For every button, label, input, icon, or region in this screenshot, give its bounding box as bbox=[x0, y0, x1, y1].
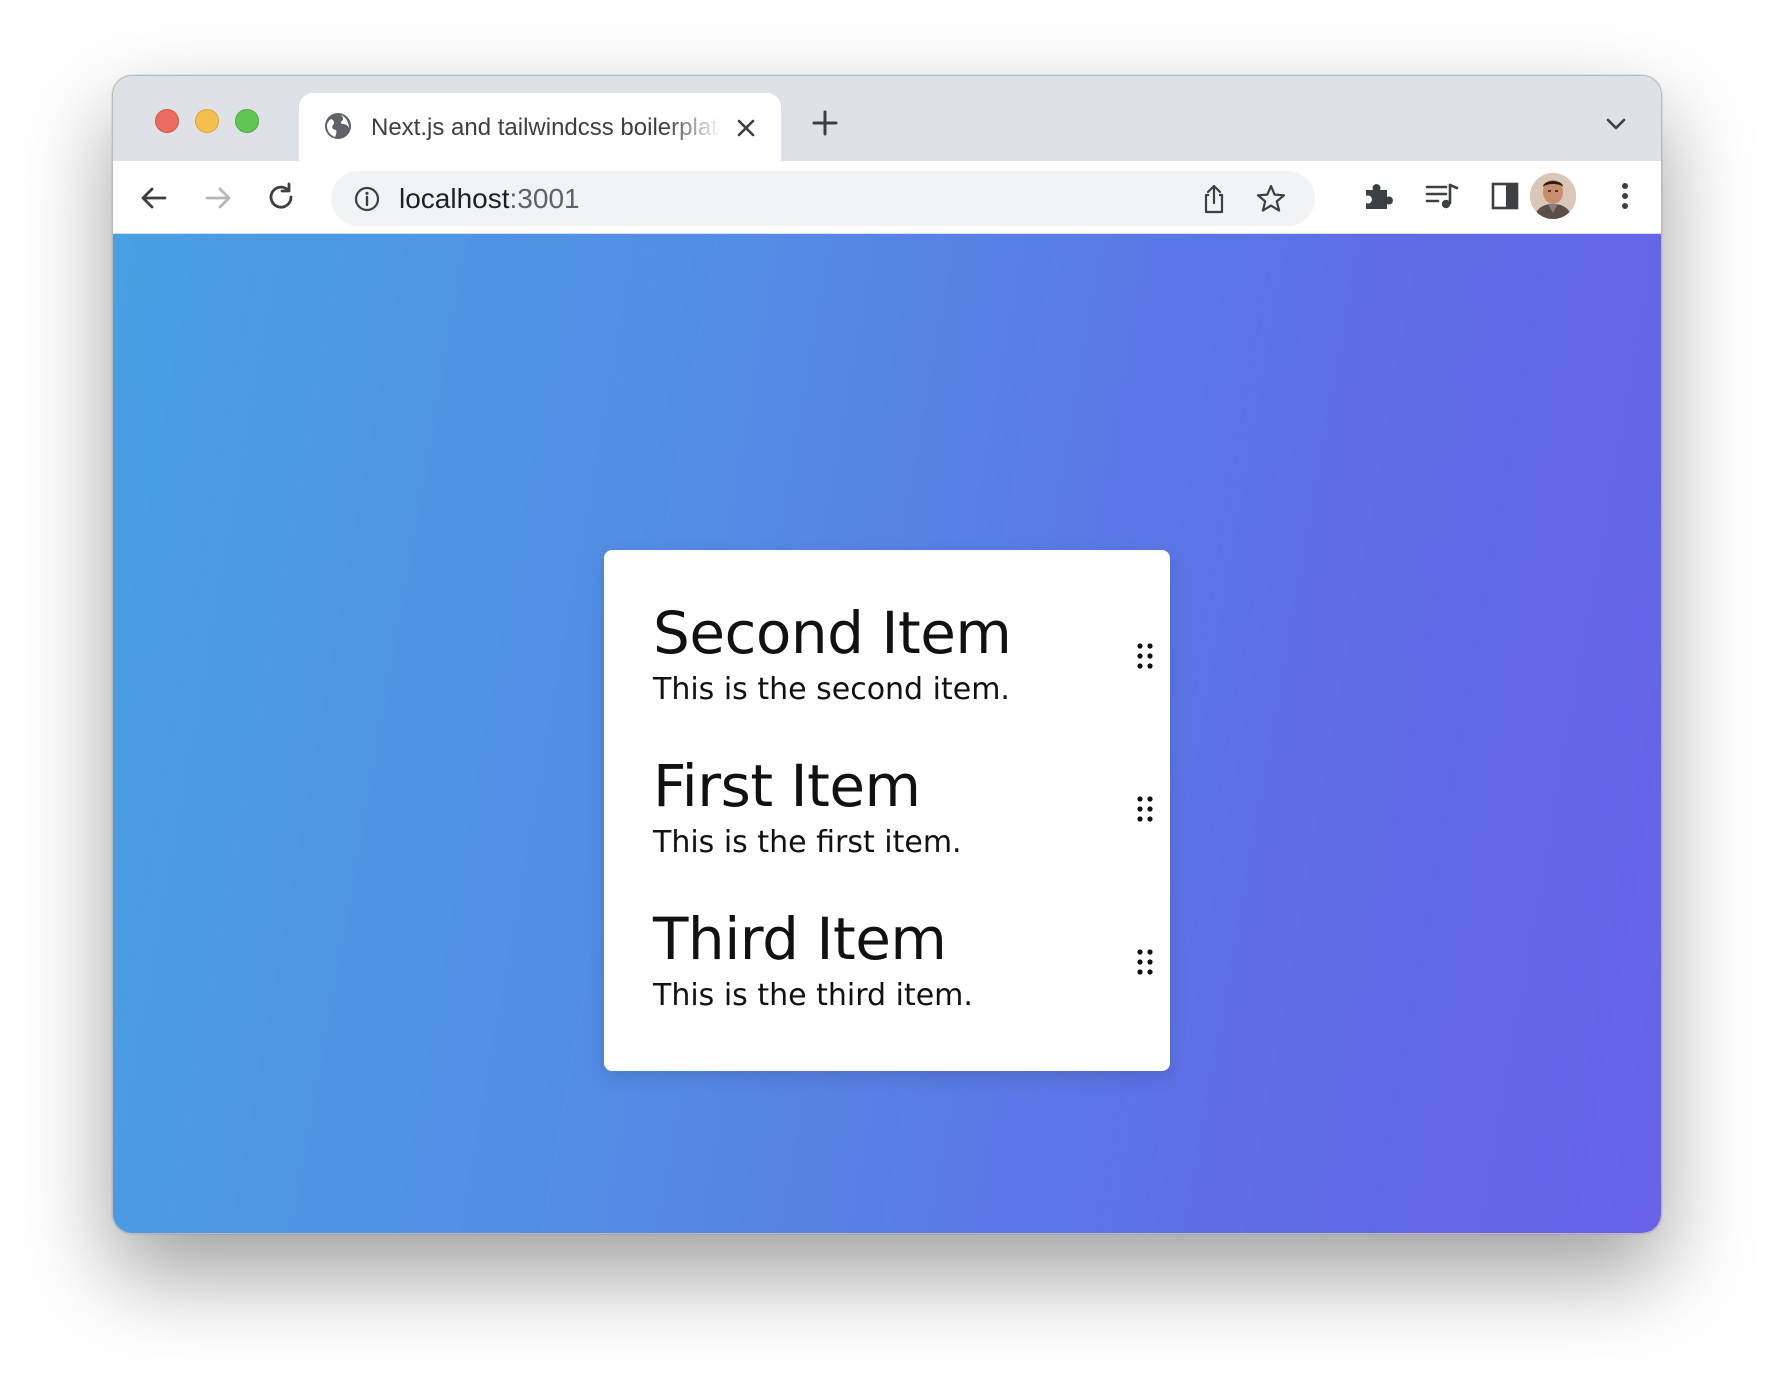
tab-title: Next.js and tailwindcss boilerplate bbox=[371, 114, 721, 141]
url-port: :3001 bbox=[509, 183, 580, 214]
back-arrow-icon[interactable] bbox=[137, 181, 171, 215]
profile-photo-icon bbox=[1530, 173, 1576, 219]
minimize-window-button[interactable] bbox=[195, 109, 219, 133]
drag-handle-icon[interactable] bbox=[1136, 948, 1154, 976]
item-description: This is the second item. bbox=[653, 672, 1010, 707]
more-vert-icon[interactable] bbox=[1615, 179, 1635, 213]
item-title: Second Item bbox=[653, 599, 1012, 667]
extensions-icon[interactable] bbox=[1361, 179, 1395, 213]
browser-window: Next.js and tailwindcss boilerplate loca… bbox=[112, 75, 1662, 1234]
drag-handle-icon[interactable] bbox=[1136, 642, 1154, 670]
chevron-down-icon[interactable] bbox=[1603, 114, 1629, 134]
side-panel-icon[interactable] bbox=[1490, 180, 1520, 212]
address-bar[interactable]: localhost:3001 bbox=[331, 171, 1315, 226]
list-item[interactable]: Second Item This is the second item. bbox=[653, 599, 1153, 720]
media-queue-icon[interactable] bbox=[1424, 179, 1460, 213]
list-item[interactable]: Third Item This is the third item. bbox=[653, 905, 1153, 1026]
new-tab-icon[interactable] bbox=[808, 106, 842, 140]
tab-active[interactable]: Next.js and tailwindcss boilerplate bbox=[299, 93, 781, 161]
sortable-list-card: Second Item This is the second item. Fir… bbox=[604, 550, 1170, 1071]
item-title: First Item bbox=[653, 752, 921, 820]
list-item[interactable]: First Item This is the first item. bbox=[653, 752, 1153, 873]
globe-icon bbox=[325, 113, 351, 139]
close-window-button[interactable] bbox=[155, 109, 179, 133]
star-icon[interactable] bbox=[1255, 183, 1287, 215]
forward-arrow-icon[interactable] bbox=[201, 181, 235, 215]
url-host: localhost bbox=[399, 183, 510, 214]
item-description: This is the first item. bbox=[653, 825, 962, 860]
browser-toolbar: localhost:3001 bbox=[113, 161, 1661, 234]
zoom-window-button[interactable] bbox=[235, 109, 259, 133]
url-text[interactable]: localhost:3001 bbox=[399, 182, 580, 216]
info-icon[interactable] bbox=[353, 185, 381, 213]
profile-avatar[interactable] bbox=[1530, 173, 1576, 219]
close-tab-icon[interactable] bbox=[733, 115, 759, 141]
item-description: This is the third item. bbox=[653, 978, 973, 1013]
share-icon[interactable] bbox=[1199, 183, 1229, 215]
reload-icon[interactable] bbox=[264, 180, 298, 214]
tab-strip: Next.js and tailwindcss boilerplate bbox=[113, 76, 1661, 161]
page-content: Second Item This is the second item. Fir… bbox=[113, 234, 1661, 1233]
drag-handle-icon[interactable] bbox=[1136, 795, 1154, 823]
item-title: Third Item bbox=[653, 905, 947, 973]
